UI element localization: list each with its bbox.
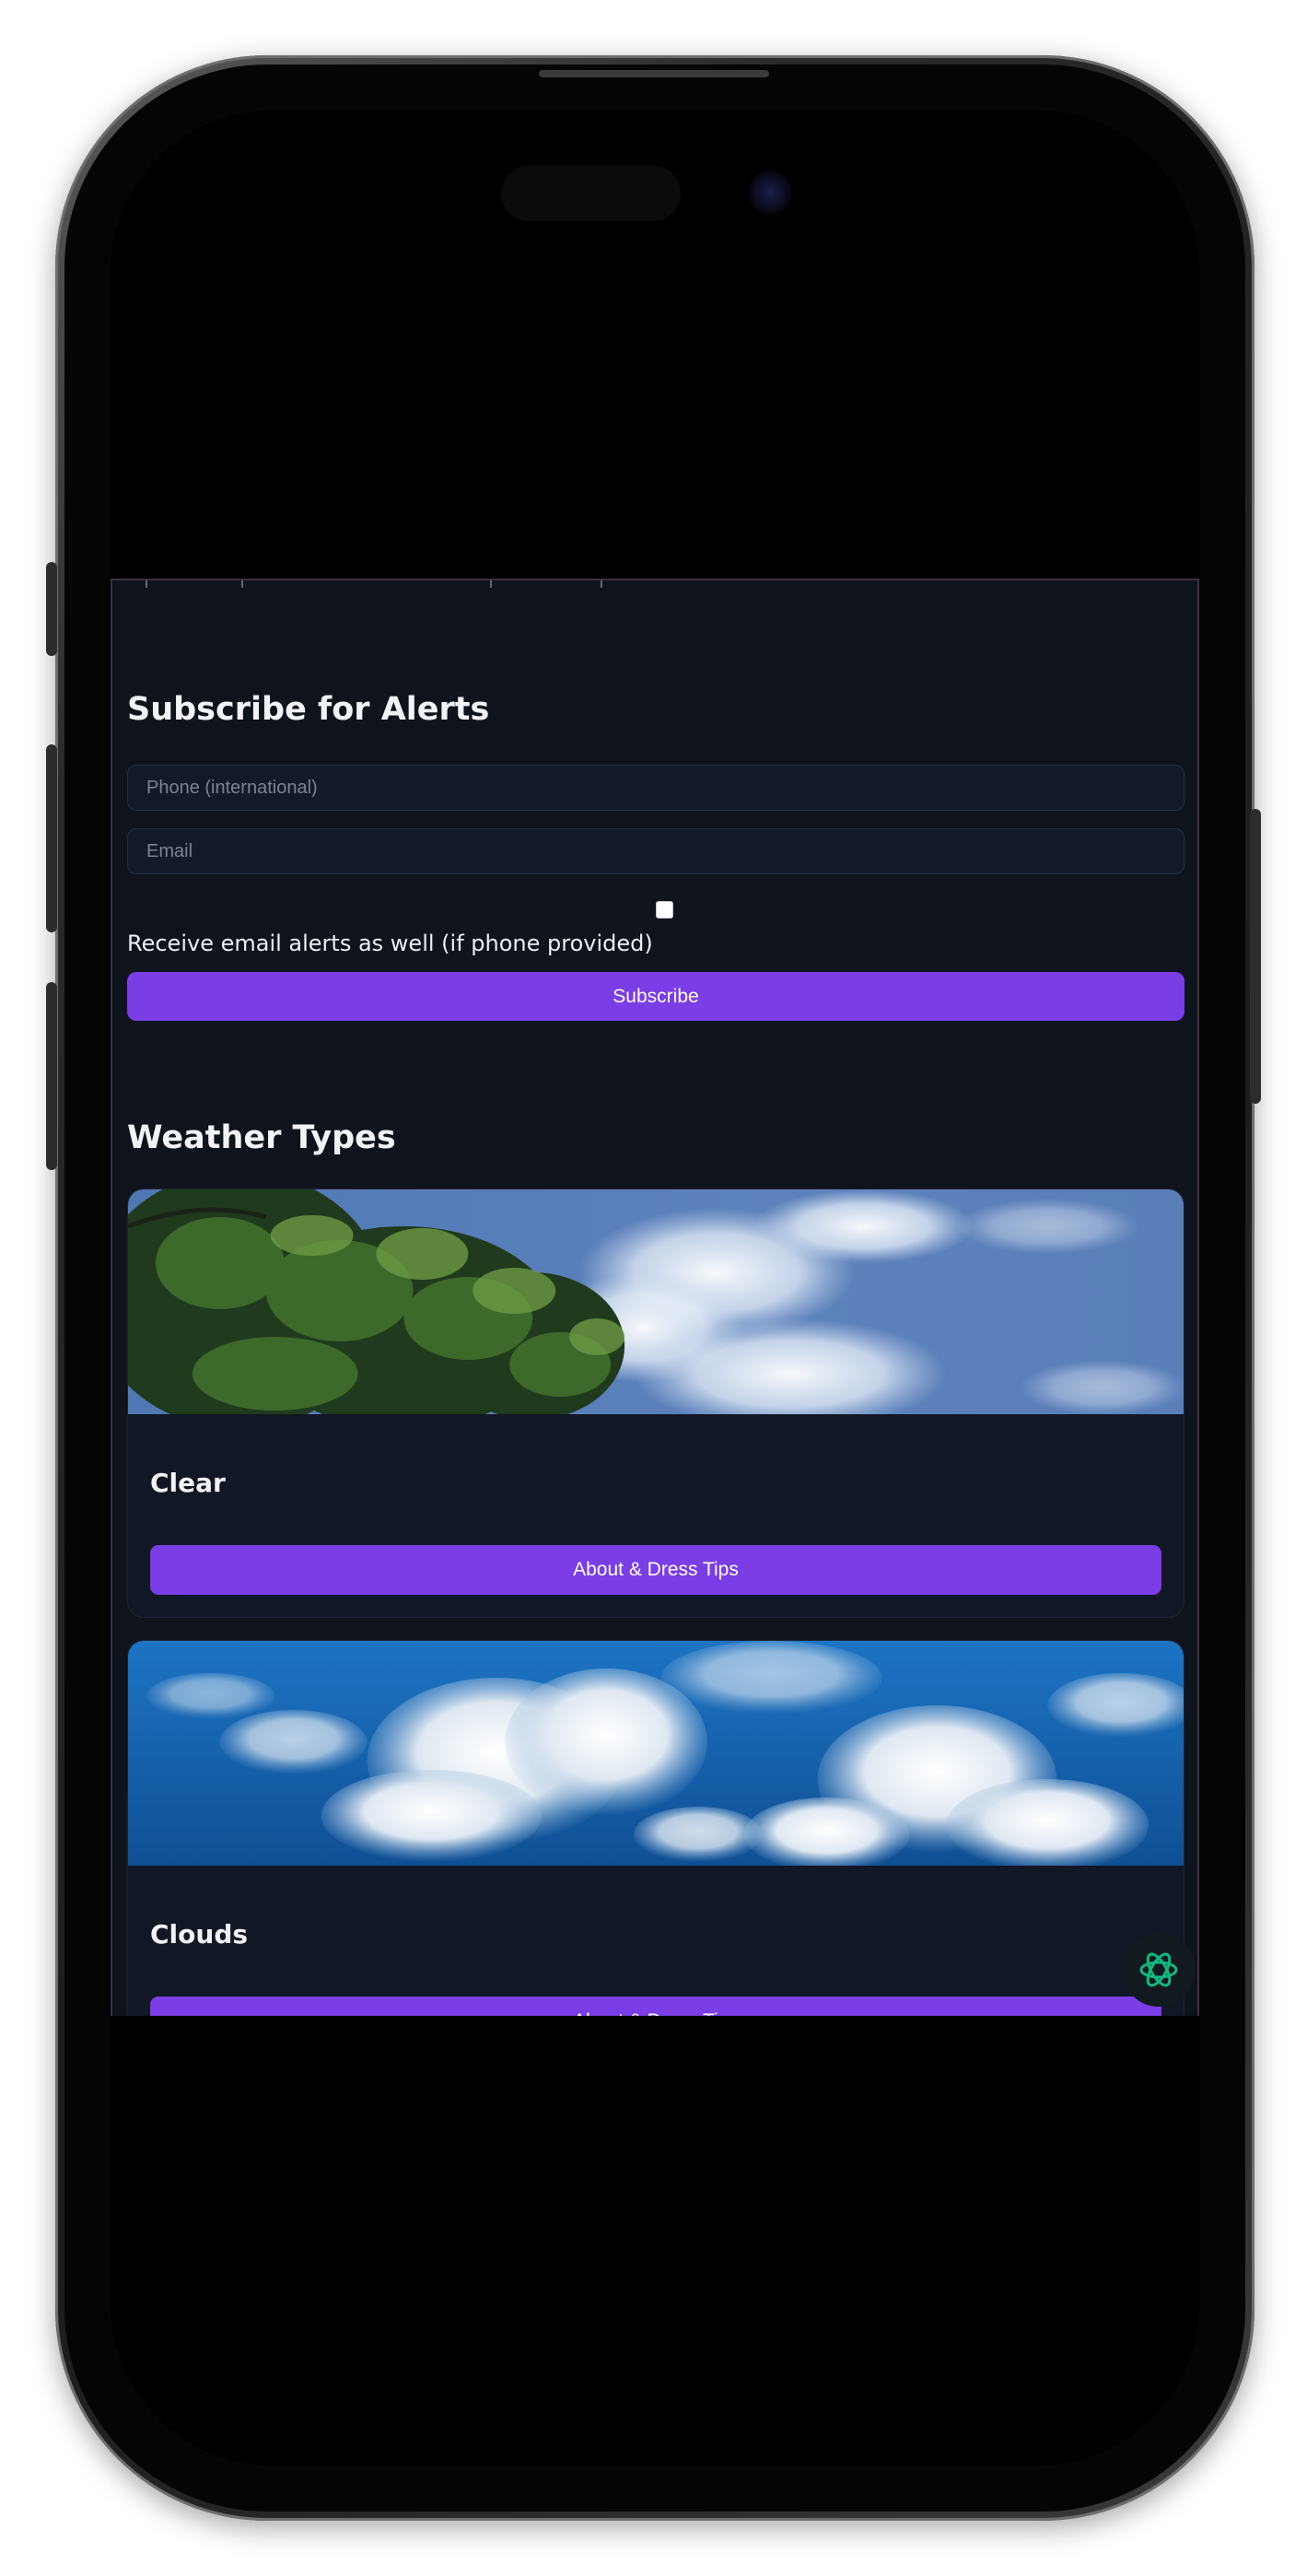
weather-card-title: Clear — [150, 1468, 226, 1498]
weather-card-clear: Clear About & Dress Tips — [127, 1188, 1184, 1618]
volume-down-button — [46, 982, 57, 1170]
dynamic-island — [481, 138, 829, 247]
volume-up-button — [46, 744, 57, 932]
weather-types-title: Weather Types — [127, 1119, 396, 1156]
subscribe-button[interactable]: Subscribe — [127, 972, 1184, 1021]
scroll-edge-mark — [601, 580, 602, 588]
clouds-image — [128, 1641, 1184, 1866]
about-dress-tips-button-clouds[interactable]: About & Dress Tips — [150, 1996, 1161, 2016]
action-button — [46, 562, 57, 656]
assistant-fab[interactable] — [1122, 1933, 1196, 2007]
top-speaker — [539, 70, 769, 77]
island-sensor — [501, 166, 681, 221]
power-button — [1250, 809, 1261, 1104]
phone-input[interactable] — [127, 765, 1184, 811]
email-alerts-checkbox[interactable] — [656, 901, 673, 919]
clear-sky-image — [128, 1189, 1184, 1414]
assistant-knot-icon — [1139, 1952, 1178, 1987]
email-alerts-label: Receive email alerts as well (if phone p… — [127, 931, 653, 956]
scroll-edge-mark — [490, 580, 492, 588]
scroll-edge-mark — [146, 580, 147, 588]
email-input[interactable] — [127, 828, 1184, 874]
scroll-edge-mark — [241, 580, 243, 588]
front-camera — [748, 170, 792, 215]
about-dress-tips-button-clear[interactable]: About & Dress Tips — [150, 1545, 1161, 1595]
subscribe-title: Subscribe for Alerts — [127, 691, 490, 728]
app-viewport: Subscribe for Alerts Receive email alert… — [111, 579, 1199, 2016]
weather-card-title: Clouds — [150, 1919, 249, 1950]
weather-card-clouds: Clouds About & Dress Tips — [127, 1640, 1184, 2016]
